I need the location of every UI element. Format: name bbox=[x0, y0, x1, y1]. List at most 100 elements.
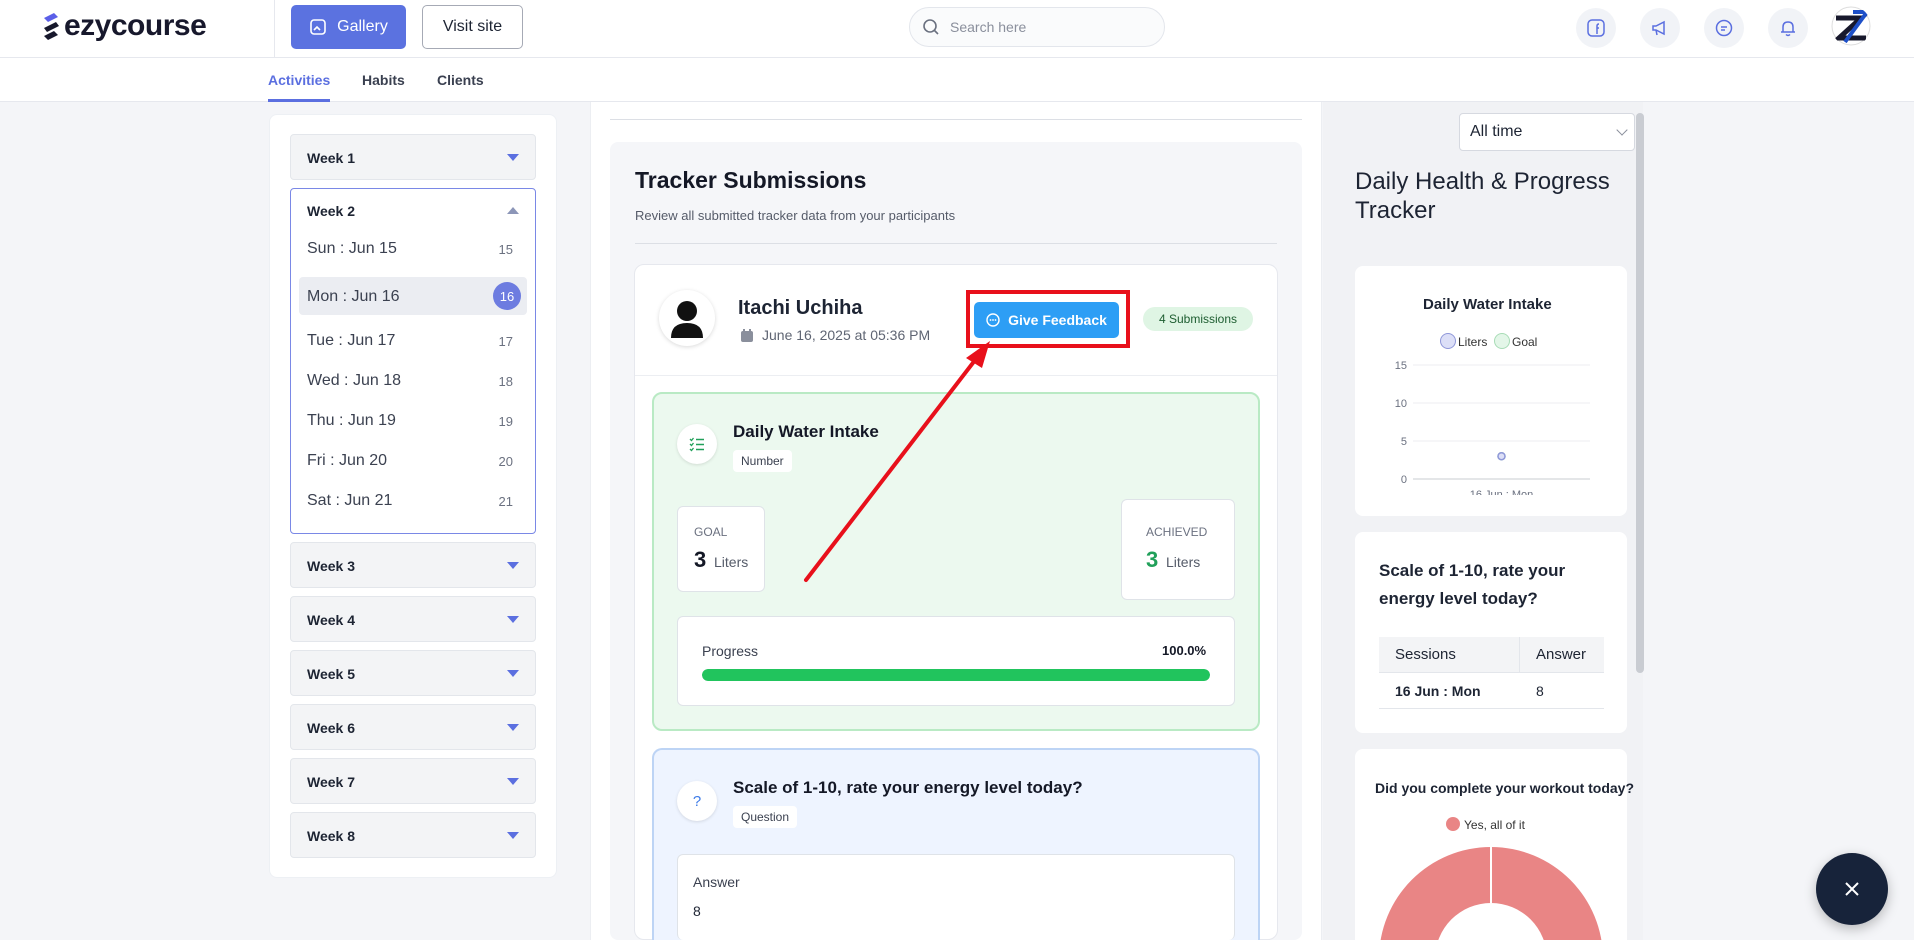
notifications-icon-button[interactable] bbox=[1768, 8, 1808, 48]
progress-percent: 100.0% bbox=[1162, 643, 1207, 658]
week-label: Week 2 bbox=[307, 203, 355, 219]
week-6-accordion[interactable]: Week 6 bbox=[290, 704, 536, 750]
y-tick-label: 5 bbox=[1401, 436, 1407, 448]
chevron-down-icon bbox=[507, 616, 519, 623]
feedback-label: Give Feedback bbox=[1008, 312, 1107, 328]
card-title: Daily Water Intake bbox=[733, 422, 879, 441]
progress-fill bbox=[702, 669, 1210, 681]
answer-box bbox=[677, 854, 1235, 940]
day-number: 21 bbox=[498, 494, 513, 509]
day-item-fri[interactable]: Fri : Jun 20 20 bbox=[299, 441, 527, 479]
week-5-accordion[interactable]: Week 5 bbox=[290, 650, 536, 696]
user-avatar[interactable] bbox=[1831, 6, 1871, 46]
time-filter-value: All time bbox=[1470, 123, 1523, 140]
day-label: Fri : Jun 20 bbox=[307, 452, 388, 469]
messages-icon-button[interactable] bbox=[1704, 8, 1744, 48]
logo[interactable]: ezycourse bbox=[40, 9, 207, 43]
type-pill: Number bbox=[733, 450, 792, 472]
header-divider bbox=[274, 0, 275, 58]
sub-navigation: Activities Habits Clients bbox=[0, 58, 1914, 102]
day-label: Wed : Jun 18 bbox=[307, 372, 401, 389]
week-3-accordion[interactable]: Week 3 bbox=[290, 542, 536, 588]
week-label: Week 1 bbox=[307, 150, 355, 166]
table-cell-session: 16 Jun : Mon bbox=[1395, 683, 1481, 699]
time-filter-select[interactable]: All time bbox=[1459, 113, 1635, 151]
chevron-down-icon bbox=[1616, 124, 1628, 136]
column-divider bbox=[1519, 637, 1520, 673]
top-header: ezycourse Gallery Visit site bbox=[0, 0, 1914, 58]
bell-icon bbox=[1781, 21, 1795, 37]
day-label: Sun : Jun 15 bbox=[307, 240, 397, 257]
week-label: Week 5 bbox=[307, 666, 355, 682]
chevron-down-icon bbox=[507, 154, 519, 161]
visit-site-label: Visit site bbox=[442, 18, 503, 35]
tab-clients[interactable]: Clients bbox=[437, 72, 484, 88]
y-tick-label: 10 bbox=[1395, 398, 1407, 410]
legend-label-liters: Liters bbox=[1458, 335, 1488, 349]
gallery-icon bbox=[310, 19, 326, 35]
tab-activities[interactable]: Activities bbox=[268, 72, 330, 88]
week-label: Week 4 bbox=[307, 612, 355, 628]
day-label: Mon : Jun 16 bbox=[307, 288, 400, 305]
tab-habits[interactable]: Habits bbox=[362, 72, 405, 88]
day-item-tue[interactable]: Tue : Jun 17 17 bbox=[299, 321, 527, 359]
visit-site-button[interactable]: Visit site bbox=[422, 5, 523, 49]
close-fab-button[interactable] bbox=[1816, 853, 1888, 925]
day-label: Thu : Jun 19 bbox=[307, 412, 396, 429]
week-label: Week 7 bbox=[307, 774, 355, 790]
column-header-answer: Answer bbox=[1536, 646, 1587, 663]
chevron-down-icon bbox=[507, 778, 519, 785]
progress-bar bbox=[702, 669, 1210, 681]
chart-title: Did you complete your workout today? bbox=[1375, 780, 1635, 796]
gallery-button[interactable]: Gallery bbox=[291, 5, 406, 49]
table-title: Scale of 1-10, rate your energy level to… bbox=[1379, 561, 1566, 608]
card-title: Scale of 1-10, rate your energy level to… bbox=[733, 778, 1083, 797]
week-8-accordion[interactable]: Week 8 bbox=[290, 812, 536, 858]
progress-box bbox=[677, 616, 1235, 706]
search-input[interactable] bbox=[950, 19, 1140, 35]
chevron-down-icon bbox=[507, 670, 519, 677]
search-icon bbox=[923, 19, 939, 35]
scrollbar[interactable] bbox=[1636, 113, 1644, 673]
day-item-mon[interactable]: Mon : Jun 16 16 bbox=[299, 277, 527, 315]
week-2-accordion[interactable]: Week 2 Sun : Jun 15 15 Mon : Jun 16 16 T… bbox=[290, 188, 536, 534]
logo-icon bbox=[40, 10, 62, 42]
gallery-label: Gallery bbox=[337, 18, 388, 35]
divider bbox=[635, 243, 1277, 244]
day-item-sat[interactable]: Sat : Jun 21 21 bbox=[299, 481, 527, 519]
achieved-value: 3 bbox=[1146, 547, 1159, 572]
week-7-accordion[interactable]: Week 7 bbox=[290, 758, 536, 804]
day-number: 18 bbox=[498, 374, 513, 389]
announcement-icon-button[interactable] bbox=[1640, 8, 1680, 48]
section-description: Review all submitted tracker data from y… bbox=[635, 208, 956, 223]
day-label: Sat : Jun 21 bbox=[307, 492, 393, 509]
calendar-icon bbox=[741, 328, 753, 342]
answer-label: Answer bbox=[693, 874, 740, 890]
participant-name: Itachi Uchiha bbox=[738, 297, 863, 319]
give-feedback-button[interactable]: Give Feedback bbox=[974, 302, 1119, 338]
water-intake-chart: 0 5 10 15 16 Jun : Mon bbox=[1395, 360, 1590, 495]
day-item-thu[interactable]: Thu : Jun 19 19 bbox=[299, 401, 527, 439]
chevron-down-icon bbox=[507, 724, 519, 731]
week-1-accordion[interactable]: Week 1 bbox=[290, 134, 536, 180]
submissions-badge: 4 Submissions bbox=[1143, 307, 1253, 331]
workout-donut-chart bbox=[1380, 847, 1602, 940]
section-title: Tracker Submissions bbox=[635, 167, 867, 193]
achieved-unit: Liters bbox=[1166, 554, 1201, 570]
day-number: 20 bbox=[498, 454, 513, 469]
week-4-accordion[interactable]: Week 4 bbox=[290, 596, 536, 642]
row-divider bbox=[1379, 708, 1604, 709]
day-item-sun[interactable]: Sun : Jun 15 15 bbox=[299, 229, 527, 267]
person-icon bbox=[671, 301, 703, 338]
column-header-sessions: Sessions bbox=[1395, 646, 1456, 663]
goal-value: 3 bbox=[694, 547, 707, 572]
search-box[interactable] bbox=[909, 7, 1165, 47]
day-item-wed[interactable]: Wed : Jun 18 18 bbox=[299, 361, 527, 399]
week-label: Week 6 bbox=[307, 720, 355, 736]
participant-avatar bbox=[659, 290, 715, 346]
facebook-icon-button[interactable] bbox=[1576, 8, 1616, 48]
day-number: 15 bbox=[498, 242, 513, 257]
goal-label: GOAL bbox=[694, 525, 728, 539]
answers-table: Sessions Answer 16 Jun : Mon 8 bbox=[1379, 637, 1604, 709]
legend-swatch-yes bbox=[1446, 817, 1460, 831]
